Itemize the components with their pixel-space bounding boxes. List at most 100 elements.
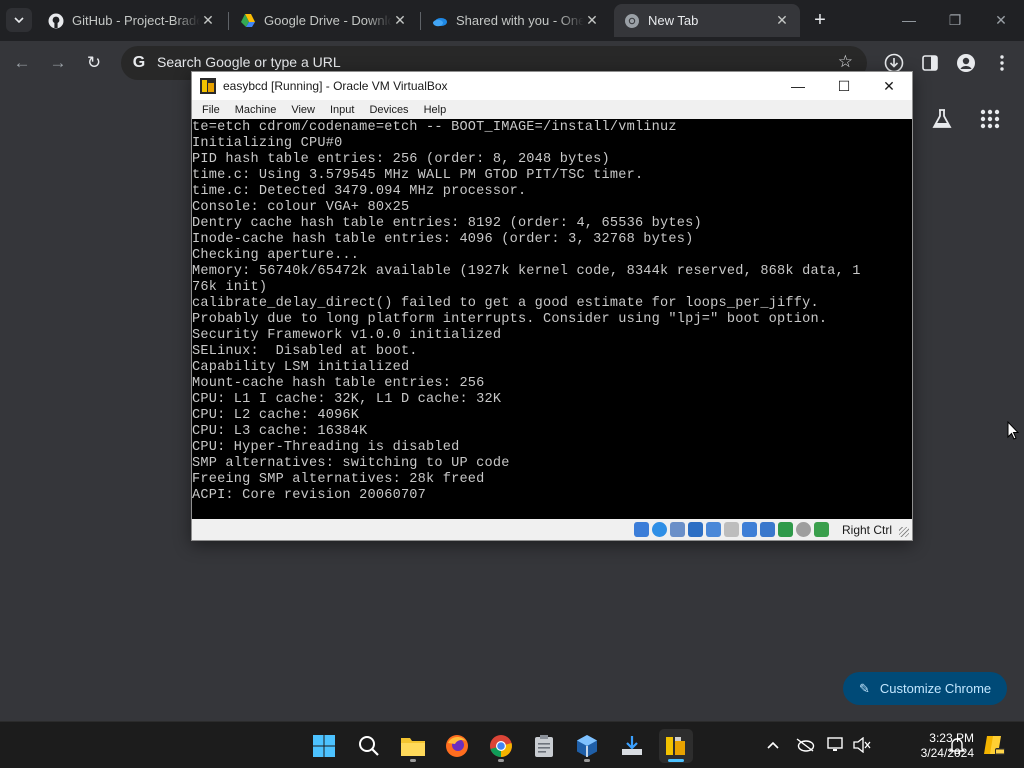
chevron-up-icon bbox=[767, 741, 779, 749]
google-apps-button[interactable] bbox=[978, 107, 1002, 131]
show-hidden-icons-button[interactable] bbox=[762, 734, 784, 756]
taskbar-search-button[interactable] bbox=[352, 729, 386, 763]
menu-file[interactable]: File bbox=[192, 104, 225, 116]
console-output: te=etch cdrom/codename=etch -- BOOT_IMAG… bbox=[192, 120, 861, 503]
vm-console-screen[interactable]: te=etch cdrom/codename=etch -- BOOT_IMAG… bbox=[192, 119, 912, 519]
close-icon[interactable]: ✕ bbox=[774, 12, 790, 29]
network-icon[interactable] bbox=[688, 522, 703, 537]
tab-google-drive[interactable]: Google Drive - Downlo ✕ bbox=[230, 4, 418, 37]
optical-drive-icon[interactable] bbox=[652, 522, 667, 537]
network-monitor-icon bbox=[827, 737, 843, 751]
chrome-menu-button[interactable] bbox=[990, 51, 1014, 75]
reload-button[interactable]: ↻ bbox=[82, 51, 106, 75]
notifications-button[interactable] bbox=[946, 734, 968, 756]
tab-github[interactable]: GitHub - Project-Brade ✕ bbox=[38, 4, 226, 37]
labs-button[interactable] bbox=[930, 107, 954, 131]
taskbar-easybcd-vm[interactable] bbox=[659, 729, 693, 763]
new-tab-button[interactable]: + bbox=[808, 8, 832, 32]
video-capture-icon[interactable] bbox=[760, 522, 775, 537]
tab-onedrive[interactable]: Shared with you - One ✕ bbox=[422, 4, 610, 37]
mouse-integration-icon[interactable] bbox=[796, 522, 811, 537]
speaker-muted-icon bbox=[853, 737, 871, 753]
network-tray-button[interactable] bbox=[825, 734, 847, 756]
hard-disk-icon[interactable] bbox=[634, 522, 649, 537]
running-indicator bbox=[498, 759, 504, 762]
virtualbox-vm-icon bbox=[666, 737, 685, 755]
virtualbox-titlebar[interactable]: easybcd [Running] - Oracle VM VirtualBox… bbox=[192, 72, 912, 100]
restore-button[interactable]: ❐ bbox=[940, 8, 970, 32]
vbox-minimize-button[interactable]: — bbox=[775, 72, 821, 100]
star-icon[interactable]: ☆ bbox=[838, 52, 853, 72]
clipboard-app-icon bbox=[535, 735, 553, 757]
volume-tray-button[interactable] bbox=[851, 734, 873, 756]
onedrive-tray-button[interactable] bbox=[794, 734, 816, 756]
taskbar-chrome[interactable] bbox=[484, 729, 518, 763]
vbox-statusbar: Right Ctrl bbox=[192, 519, 912, 540]
flask-icon bbox=[932, 109, 952, 128]
mouse-cursor-icon bbox=[1007, 421, 1019, 440]
arrow-left-icon: ← bbox=[13, 53, 31, 72]
close-icon[interactable]: ✕ bbox=[392, 12, 408, 29]
arrow-right-icon: → bbox=[49, 53, 67, 72]
status-indicators bbox=[634, 522, 829, 537]
running-indicator bbox=[410, 759, 416, 762]
google-drive-icon bbox=[241, 13, 255, 27]
taskbar-firefox[interactable] bbox=[440, 729, 474, 763]
forward-button[interactable]: → bbox=[46, 51, 70, 75]
menu-machine[interactable]: Machine bbox=[225, 104, 282, 116]
onedrive-offline-icon bbox=[796, 738, 815, 752]
profile-icon bbox=[957, 54, 975, 72]
more-vert-icon bbox=[1000, 55, 1004, 71]
taskbar-installer[interactable] bbox=[615, 729, 649, 763]
vbox-menubar: File Machine View Input Devices Help bbox=[192, 100, 912, 119]
menu-view[interactable]: View bbox=[281, 104, 320, 116]
tab-title: GitHub - Project-Brade bbox=[72, 13, 200, 28]
customize-chrome-label: Customize Chrome bbox=[879, 681, 992, 696]
usb-icon[interactable] bbox=[706, 522, 721, 537]
close-window-button[interactable]: ✕ bbox=[986, 8, 1016, 32]
copilot-button[interactable] bbox=[980, 734, 1006, 756]
audio-icon[interactable] bbox=[670, 522, 685, 537]
side-panel-icon bbox=[922, 55, 938, 71]
pencil-icon: ✎ bbox=[859, 680, 870, 696]
resize-grip[interactable] bbox=[899, 527, 909, 537]
start-button[interactable] bbox=[307, 729, 341, 763]
tab-new-tab[interactable]: New Tab ✕ bbox=[614, 4, 800, 37]
close-icon[interactable]: ✕ bbox=[200, 12, 216, 29]
display-icon[interactable] bbox=[742, 522, 757, 537]
back-button[interactable]: ← bbox=[10, 51, 34, 75]
close-icon: ✕ bbox=[995, 12, 1007, 28]
menu-devices[interactable]: Devices bbox=[359, 104, 413, 116]
vbox-close-button[interactable]: ✕ bbox=[866, 72, 912, 100]
keyboard-capture-icon[interactable] bbox=[814, 522, 829, 537]
tab-title: New Tab bbox=[648, 13, 699, 28]
maximize-icon: ☐ bbox=[837, 78, 851, 94]
taskbar-virtualbox[interactable] bbox=[570, 729, 604, 763]
minimize-button[interactable]: — bbox=[894, 8, 924, 32]
taskbar-file-explorer[interactable] bbox=[396, 729, 430, 763]
menu-input[interactable]: Input bbox=[320, 104, 359, 116]
windows-logo-icon bbox=[313, 735, 335, 757]
taskbar-notepad[interactable] bbox=[527, 729, 561, 763]
windows-taskbar: 3:23 PM 3/24/2024 bbox=[0, 721, 1024, 768]
firefox-icon bbox=[446, 735, 468, 757]
restore-icon: ❐ bbox=[948, 12, 962, 28]
download-tray-icon bbox=[622, 736, 642, 755]
cpu-icon[interactable] bbox=[778, 522, 793, 537]
tab-strip: GitHub - Project-Brade ✕ Google Drive - … bbox=[0, 0, 1024, 41]
customize-chrome-button[interactable]: ✎ Customize Chrome bbox=[843, 672, 1007, 705]
google-icon: G bbox=[132, 54, 146, 71]
omnibox-placeholder: Search Google or type a URL bbox=[157, 54, 341, 70]
side-panel-button[interactable] bbox=[918, 51, 942, 75]
vbox-maximize-button[interactable]: ☐ bbox=[821, 72, 867, 100]
chrome-icon bbox=[490, 735, 512, 757]
menu-help[interactable]: Help bbox=[414, 104, 452, 116]
tab-separator bbox=[228, 12, 229, 30]
host-key-label: Right Ctrl bbox=[842, 523, 893, 537]
close-icon[interactable]: ✕ bbox=[584, 12, 600, 29]
tab-search-button[interactable] bbox=[6, 8, 32, 32]
virtualbox-window: easybcd [Running] - Oracle VM VirtualBox… bbox=[191, 71, 913, 541]
window-title: easybcd [Running] - Oracle VM VirtualBox bbox=[223, 79, 448, 93]
profile-button[interactable] bbox=[954, 51, 978, 75]
shared-folders-icon[interactable] bbox=[724, 522, 739, 537]
